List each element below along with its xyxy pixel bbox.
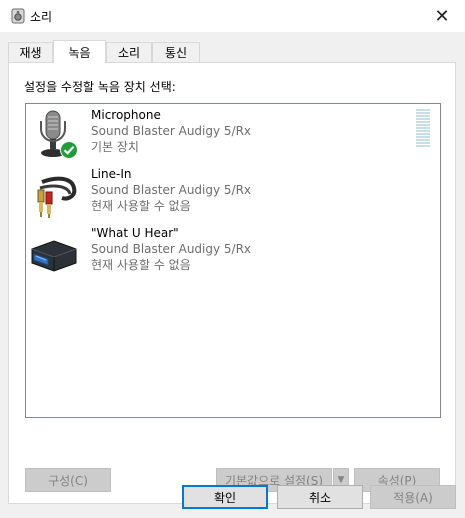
default-check-icon — [60, 141, 78, 159]
device-text: "What U Hear" Sound Blaster Audigy 5/Rx … — [91, 225, 251, 273]
tab-communications[interactable]: 통신 — [152, 42, 200, 62]
tab-recording[interactable]: 녹음 — [53, 40, 106, 63]
list-item-microphone[interactable]: Microphone Sound Blaster Audigy 5/Rx 기본 … — [26, 105, 440, 163]
device-name: "What U Hear" — [91, 226, 179, 240]
cancel-button[interactable]: 취소 — [277, 485, 363, 509]
dialog-body: 재생 녹음 소리 통신 설정을 수정할 녹음 장치 선택: Microphone… — [0, 32, 465, 518]
device-status: 현재 사용할 수 없음 — [91, 258, 191, 272]
device-status: 기본 장치 — [91, 140, 139, 154]
apply-button[interactable]: 적용(A) — [370, 485, 456, 509]
configure-button[interactable]: 구성(C) — [25, 468, 111, 492]
chevron-down-icon: ▼ — [337, 475, 345, 485]
list-item-line-in[interactable]: Line-In Sound Blaster Audigy 5/Rx 현재 사용할… — [26, 164, 440, 222]
close-icon: ✕ — [434, 5, 450, 27]
device-driver: Sound Blaster Audigy 5/Rx — [91, 242, 252, 256]
rca-cable-icon — [37, 176, 77, 218]
ok-button[interactable]: 확인 — [182, 485, 268, 509]
tab-playback[interactable]: 재생 — [8, 42, 53, 62]
level-meter — [416, 109, 430, 148]
tab-sounds[interactable]: 소리 — [106, 42, 152, 62]
device-list[interactable]: Microphone Sound Blaster Audigy 5/Rx 기본 … — [25, 103, 441, 418]
list-item-what-u-hear[interactable]: "What U Hear" Sound Blaster Audigy 5/Rx … — [26, 223, 440, 281]
sound-card-icon — [31, 240, 77, 272]
device-name: Microphone — [91, 108, 161, 122]
window-title: 소리 — [30, 10, 53, 24]
device-status: 현재 사용할 수 없음 — [91, 199, 191, 213]
device-driver: Sound Blaster Audigy 5/Rx — [91, 183, 252, 197]
close-button[interactable]: ✕ — [419, 0, 465, 32]
title-bar: 소리 ✕ — [0, 0, 465, 32]
device-name: Line-In — [91, 167, 132, 181]
device-driver: Sound Blaster Audigy 5/Rx — [91, 124, 252, 138]
speaker-icon — [11, 8, 25, 24]
panel-instruction: 설정을 수정할 녹음 장치 선택: — [24, 80, 176, 94]
device-text: Line-In Sound Blaster Audigy 5/Rx 현재 사용할… — [91, 166, 251, 214]
recording-panel: 설정을 수정할 녹음 장치 선택: Microphone Sound Blast… — [8, 62, 456, 504]
device-text: Microphone Sound Blaster Audigy 5/Rx 기본 … — [91, 107, 251, 155]
